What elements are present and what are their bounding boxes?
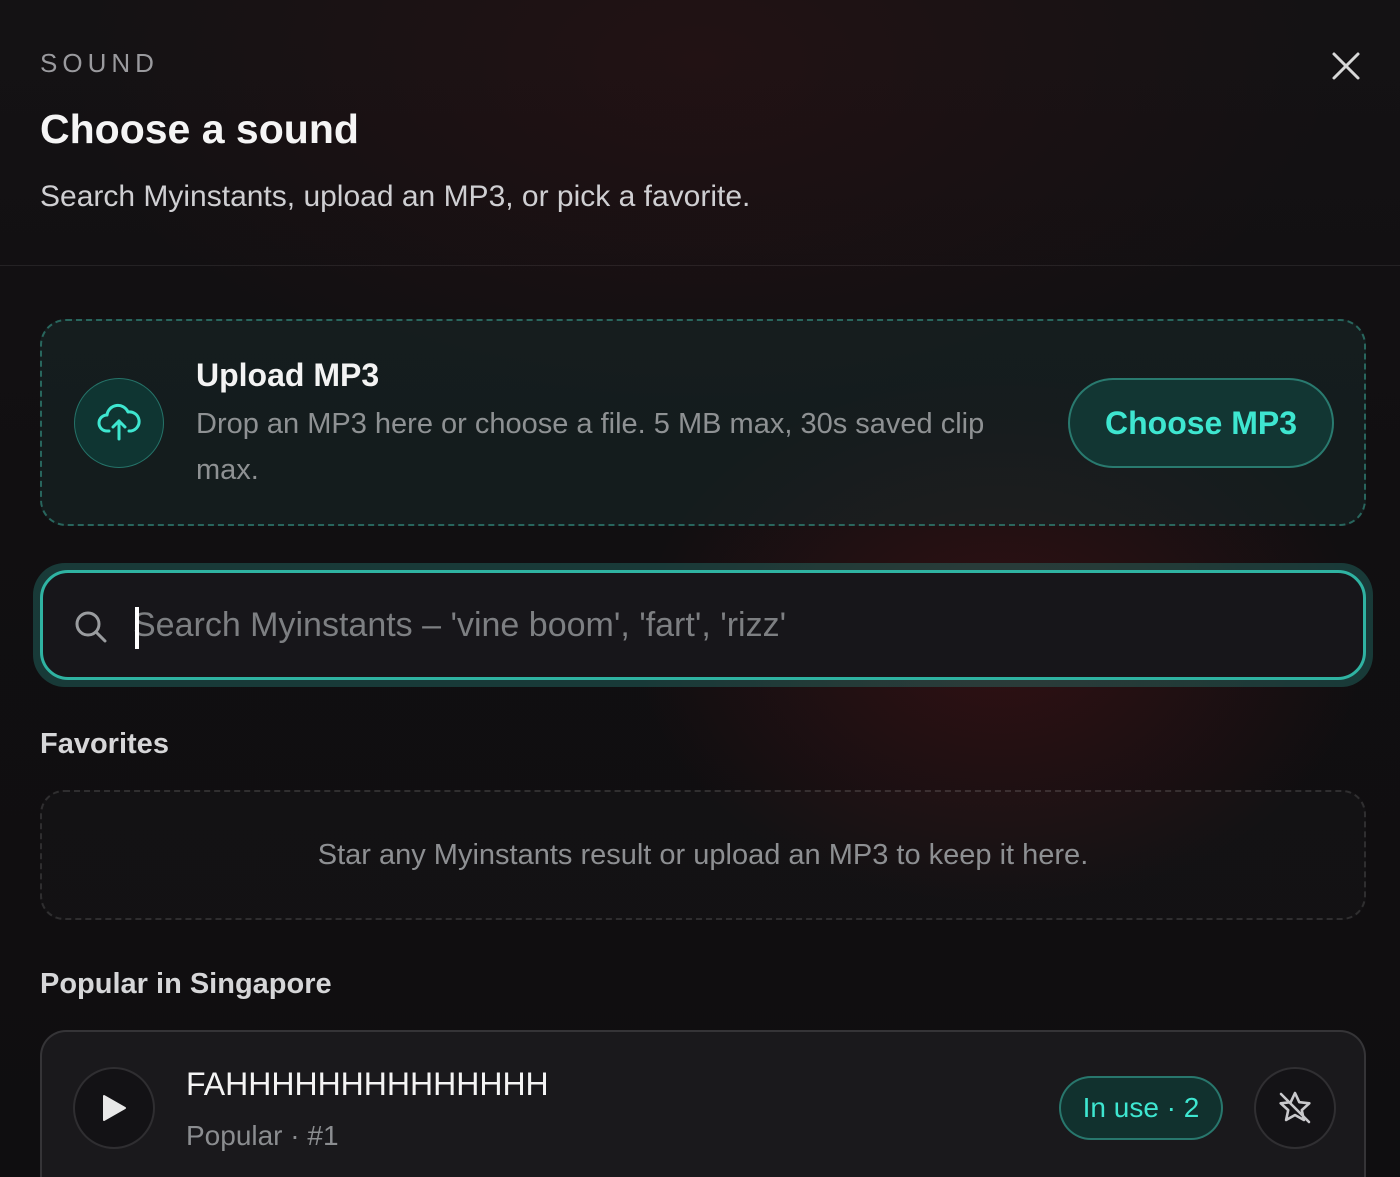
favorite-toggle-button[interactable] — [1254, 1067, 1336, 1149]
close-button[interactable] — [1322, 42, 1370, 90]
popular-heading: Popular in Singapore — [40, 968, 332, 1000]
favorites-empty-state: Star any Myinstants result or upload an … — [40, 790, 1366, 920]
page-subtitle: Search Myinstants, upload an MP3, or pic… — [40, 180, 751, 213]
in-use-badge: In use · 2 — [1059, 1076, 1223, 1140]
choose-mp3-button[interactable]: Choose MP3 — [1068, 378, 1334, 468]
upload-title: Upload MP3 — [196, 357, 380, 393]
play-button[interactable] — [73, 1067, 155, 1149]
search-input[interactable] — [133, 593, 1333, 657]
search-field[interactable] — [40, 570, 1366, 680]
section-eyebrow: SOUND — [40, 48, 159, 78]
text-caret — [135, 607, 139, 649]
favorites-empty-text: Star any Myinstants result or upload an … — [317, 838, 1089, 871]
panel-header: SOUND Choose a sound Search Myinstants, … — [0, 0, 1400, 266]
sound-title: FAHHHHHHHHHHHHHH — [186, 1066, 549, 1102]
sound-picker-panel: SOUND Choose a sound Search Myinstants, … — [0, 0, 1400, 1177]
page-title: Choose a sound — [40, 106, 359, 152]
favorites-heading: Favorites — [40, 728, 169, 760]
close-icon — [1332, 52, 1360, 80]
list-item[interactable]: FAHHHHHHHHHHHHHH Popular · #1 In use · 2 — [40, 1030, 1366, 1177]
cloud-upload-icon — [97, 403, 141, 441]
upload-description: Drop an MP3 here or choose a file. 5 MB … — [196, 408, 985, 486]
sound-meta: Popular · #1 — [186, 1120, 339, 1151]
upload-icon-badge — [74, 378, 164, 468]
search-icon — [75, 611, 107, 643]
star-off-icon — [1279, 1091, 1311, 1124]
play-icon — [103, 1095, 126, 1121]
mp3-dropzone[interactable]: Upload MP3 Drop an MP3 here or choose a … — [40, 319, 1366, 526]
